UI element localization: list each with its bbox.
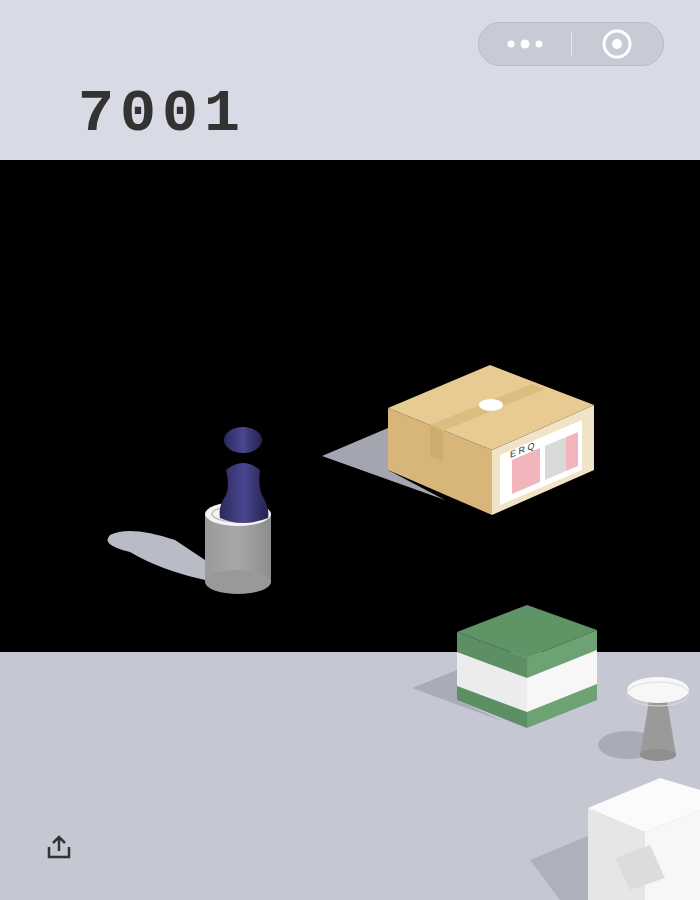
- game-screen[interactable]: E R Q: [0, 0, 700, 900]
- middle-band: [0, 160, 700, 652]
- share-icon: [46, 834, 72, 860]
- player-piece[interactable]: [220, 427, 269, 523]
- target-icon: [601, 28, 633, 60]
- white-box: [530, 778, 700, 900]
- share-button[interactable]: [46, 834, 72, 860]
- more-button[interactable]: [479, 23, 571, 65]
- menu-capsule: [478, 22, 664, 66]
- score: 7001: [78, 84, 246, 144]
- cardboard-box: E R Q: [322, 365, 594, 515]
- close-button[interactable]: [572, 23, 664, 65]
- capsule-divider: [571, 32, 572, 56]
- score-text: 7001: [78, 80, 246, 148]
- more-icon: [505, 39, 545, 49]
- box-label: E R Q: [510, 440, 535, 460]
- green-block: [412, 605, 597, 728]
- small-table: [598, 677, 689, 761]
